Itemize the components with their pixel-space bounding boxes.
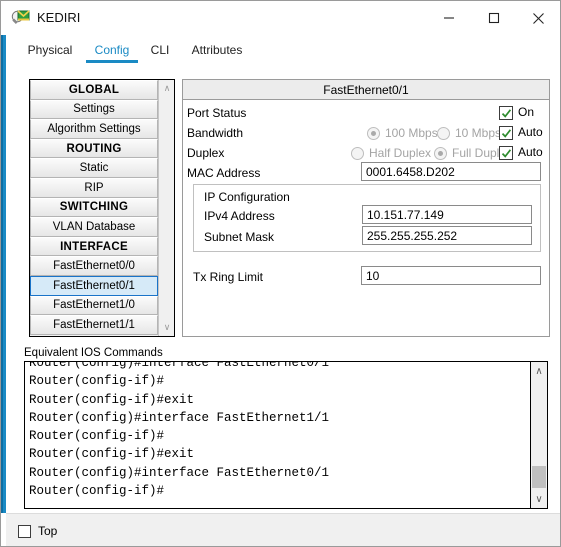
- ios-commands-text: Router(config)#interface FastEthernet0/1…: [29, 361, 330, 499]
- window-left-accent-edge: [1, 35, 3, 513]
- sidebar-header-switching: SWITCHING: [30, 197, 158, 218]
- ios-scroll-up-icon[interactable]: ∧: [531, 363, 547, 379]
- minimize-button[interactable]: [429, 1, 469, 35]
- config-content-area: GLOBAL Settings Algorithm Settings ROUTI…: [6, 65, 560, 513]
- sidebar-scroll-down-icon[interactable]: ∨: [159, 320, 175, 335]
- sidebar-label: SWITCHING: [59, 201, 129, 214]
- sidebar-item-algorithm-settings[interactable]: Algorithm Settings: [30, 119, 158, 139]
- radio-dot: [437, 150, 443, 156]
- mac-address-label: MAC Address: [187, 166, 261, 180]
- sidebar-label: Settings: [73, 103, 115, 116]
- sidebar-item-fastethernet1-1[interactable]: FastEthernet1/1: [30, 315, 158, 335]
- tab-attributes-label: Attributes: [191, 43, 243, 57]
- mac-address-input[interactable]: 0001.6458.D202: [361, 162, 541, 181]
- bandwidth-auto-checkbox[interactable]: [499, 126, 513, 140]
- ip-configuration-group: IP Configuration IPv4 Address 10.151.77.…: [193, 184, 541, 252]
- tx-ring-limit-input[interactable]: 10: [361, 266, 541, 285]
- duplex-half-label: Half Duplex: [369, 146, 432, 160]
- interface-config-panel: FastEthernet0/1 Port Status On Bandwidth…: [182, 79, 550, 337]
- bandwidth-100mbps-label: 100 Mbps: [385, 126, 438, 140]
- duplex-auto-label: Auto: [518, 145, 543, 159]
- sidebar-header-global: GLOBAL: [30, 80, 158, 100]
- title-bar: KEDIRI: [1, 1, 560, 35]
- sidebar-list: GLOBAL Settings Algorithm Settings ROUTI…: [30, 80, 158, 336]
- sidebar-label: FastEthernet1/1: [53, 318, 135, 331]
- ip-configuration-group-label: IP Configuration: [204, 190, 290, 204]
- bandwidth-10mbps-label: 10 Mbps: [455, 126, 502, 140]
- sidebar-label: INTERFACE: [60, 240, 128, 253]
- equivalent-ios-commands-box[interactable]: Router(config)#interface FastEthernet0/1…: [24, 361, 548, 509]
- sidebar-label: Static: [79, 162, 109, 175]
- sidebar-scrollbar[interactable]: ∧ ∨: [158, 80, 174, 336]
- interface-panel-title: FastEthernet0/1: [183, 80, 549, 100]
- equivalent-ios-commands-label: Equivalent IOS Commands: [24, 347, 163, 359]
- tab-active-underline: [86, 60, 138, 63]
- sidebar-item-settings[interactable]: Settings: [30, 99, 158, 120]
- tx-ring-limit-label: Tx Ring Limit: [193, 270, 264, 284]
- tab-cli-label: CLI: [150, 43, 170, 57]
- tab-cli[interactable]: CLI: [143, 35, 177, 65]
- tab-config[interactable]: Config: [86, 35, 138, 65]
- ios-scroll-down-icon[interactable]: ∨: [531, 491, 547, 507]
- port-status-label: Port Status: [187, 106, 247, 120]
- tab-config-label: Config: [94, 43, 130, 57]
- close-button[interactable]: [518, 1, 558, 35]
- window-title: KEDIRI: [37, 10, 81, 25]
- tab-bar: Physical Config CLI Attributes: [6, 35, 560, 65]
- sidebar-item-fastethernet0-1[interactable]: FastEthernet0/1: [30, 275, 158, 296]
- sidebar-label: RIP: [84, 181, 104, 194]
- sidebar-item-rip[interactable]: RIP: [30, 177, 158, 198]
- tab-physical-label: Physical: [27, 43, 73, 57]
- top-checkbox-label: Top: [38, 524, 58, 538]
- sidebar-item-fastethernet1-0[interactable]: FastEthernet1/0: [30, 295, 158, 316]
- tab-physical[interactable]: Physical: [19, 35, 81, 65]
- sidebar-scroll-up-icon[interactable]: ∧: [159, 81, 175, 96]
- subnet-mask-label: Subnet Mask: [204, 230, 275, 244]
- sidebar-item-static[interactable]: Static: [30, 158, 158, 178]
- bandwidth-100mbps-radio[interactable]: [367, 127, 380, 140]
- sidebar-label: FastEthernet0/1: [53, 279, 135, 292]
- duplex-label: Duplex: [187, 146, 225, 160]
- sidebar-label: ROUTING: [66, 142, 122, 155]
- sidebar-item-fastethernet0-0[interactable]: FastEthernet0/0: [30, 256, 158, 276]
- config-sidebar: GLOBAL Settings Algorithm Settings ROUTI…: [29, 79, 175, 337]
- sidebar-item-vlan-database[interactable]: VLAN Database: [30, 217, 158, 237]
- radio-dot: [370, 130, 376, 136]
- ipv4-address-label: IPv4 Address: [204, 209, 275, 223]
- sidebar-label: VLAN Database: [52, 220, 136, 233]
- duplex-auto-checkbox[interactable]: [499, 146, 513, 160]
- bandwidth-label: Bandwidth: [187, 126, 244, 140]
- tab-attributes[interactable]: Attributes: [182, 35, 252, 65]
- ipv4-address-input[interactable]: 10.151.77.149: [362, 205, 532, 224]
- maximize-button[interactable]: [474, 1, 514, 35]
- top-checkbox[interactable]: [18, 525, 31, 538]
- sidebar-header-routing: ROUTING: [30, 138, 158, 159]
- sidebar-label: GLOBAL: [68, 83, 120, 96]
- bandwidth-10mbps-radio[interactable]: [437, 127, 450, 140]
- inspect-magnifier-icon: [11, 9, 31, 27]
- ios-scrollbar[interactable]: ∧ ∨: [530, 362, 547, 508]
- sidebar-header-interface: INTERFACE: [30, 236, 158, 257]
- sidebar-label: Algorithm Settings: [47, 122, 141, 135]
- duplex-half-radio[interactable]: [351, 147, 364, 160]
- window-footer: Top: [6, 513, 560, 546]
- duplex-full-radio[interactable]: [434, 147, 447, 160]
- subnet-mask-input[interactable]: 255.255.255.252: [362, 226, 532, 245]
- sidebar-label: FastEthernet1/0: [53, 299, 135, 312]
- port-status-checkbox[interactable]: [499, 106, 513, 120]
- ios-scroll-thumb[interactable]: [532, 466, 546, 488]
- bandwidth-auto-label: Auto: [518, 125, 543, 139]
- sidebar-label: FastEthernet0/0: [53, 260, 135, 273]
- packet-tracer-device-window: KEDIRI Physical Config CLI Attributes GL…: [0, 0, 561, 547]
- port-status-on-label: On: [518, 105, 535, 119]
